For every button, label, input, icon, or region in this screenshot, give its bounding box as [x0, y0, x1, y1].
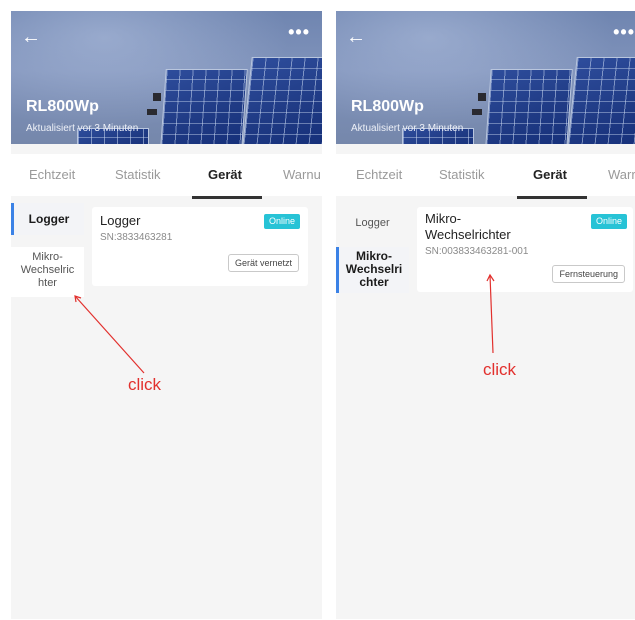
click-annotation-label: click	[483, 360, 517, 379]
click-annotation-arrow	[74, 295, 145, 374]
left-phone-screen: ← ••• RL800Wp Aktualisiert vor 3 Minuten…	[11, 11, 322, 619]
click-annotation-arrow	[486, 273, 495, 354]
click-annotation-label: click	[128, 375, 162, 394]
right-phone-screen: ← ••• RL800Wp Aktualisiert vor 3 Minuten…	[336, 11, 635, 619]
